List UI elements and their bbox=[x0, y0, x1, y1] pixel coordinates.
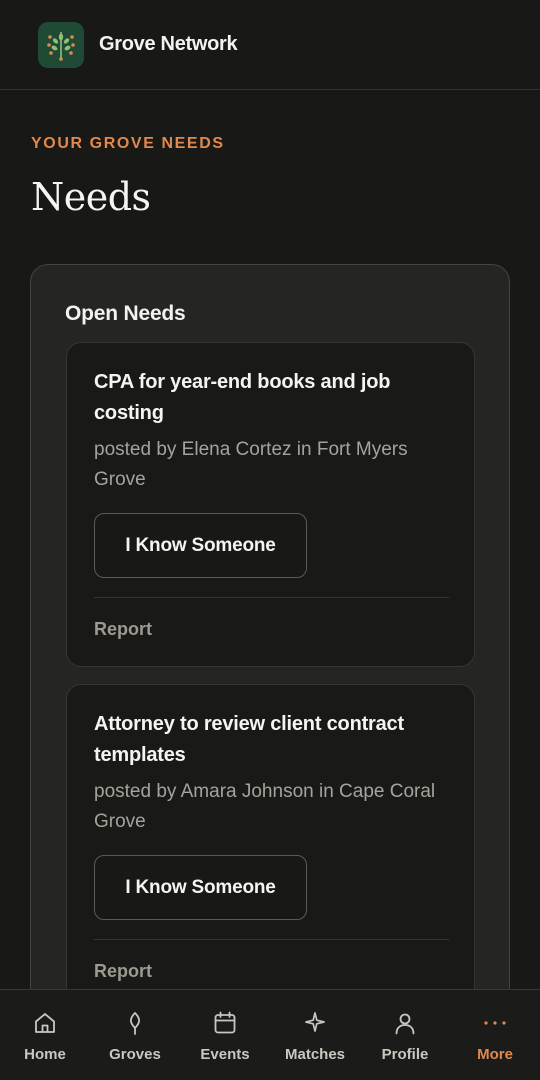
nav-label: Matches bbox=[284, 1046, 346, 1063]
app-root: Grove Network YOUR GROVE NEEDS Needs Ope… bbox=[0, 0, 540, 1080]
nav-item-events[interactable]: Events bbox=[180, 990, 270, 1080]
panel-title: Open Needs bbox=[65, 302, 186, 325]
nav-item-more[interactable]: More bbox=[450, 990, 540, 1080]
nav-label: Profile bbox=[381, 1046, 429, 1063]
i-know-someone-button[interactable]: I Know Someone bbox=[94, 513, 307, 578]
section-eyebrow: YOUR GROVE NEEDS bbox=[31, 135, 225, 152]
report-link[interactable]: Report bbox=[94, 961, 152, 982]
home-icon bbox=[35, 1013, 55, 1033]
nav-label: Home bbox=[24, 1046, 66, 1063]
i-know-someone-button[interactable]: I Know Someone bbox=[94, 855, 307, 920]
sparkle-icon bbox=[305, 1012, 325, 1032]
nav-label: More bbox=[477, 1046, 513, 1063]
tree-logo-icon[interactable] bbox=[38, 21, 84, 68]
card-divider bbox=[94, 597, 449, 598]
nav-label: Events bbox=[200, 1046, 250, 1063]
brand-name[interactable]: Grove Network bbox=[99, 33, 238, 56]
page-title: Needs bbox=[31, 175, 151, 219]
nav-item-matches[interactable]: Matches bbox=[270, 990, 360, 1080]
top-header: Grove Network bbox=[0, 0, 540, 90]
user-icon bbox=[395, 1013, 415, 1035]
need-title: CPA for year-end books and job costing bbox=[94, 371, 391, 424]
bottom-nav: Home Groves Events Matches Profile More bbox=[0, 989, 540, 1080]
report-link[interactable]: Report bbox=[94, 619, 152, 640]
open-needs-panel: Open Needs CPA for year-end books and jo… bbox=[30, 264, 510, 1044]
need-card: CPA for year-end books and job costing p… bbox=[66, 342, 475, 667]
nav-item-home[interactable]: Home bbox=[0, 990, 90, 1080]
nav-item-profile[interactable]: Profile bbox=[360, 990, 450, 1080]
need-title: Attorney to review client contract templ… bbox=[94, 713, 404, 766]
need-meta: posted by Amara Johnson in Cape Coral Gr… bbox=[94, 781, 436, 832]
card-divider bbox=[94, 939, 449, 940]
calendar-icon bbox=[214, 1011, 236, 1034]
nav-item-groves[interactable]: Groves bbox=[90, 990, 180, 1080]
nav-label: Groves bbox=[109, 1046, 161, 1063]
need-card: Attorney to review client contract templ… bbox=[66, 684, 475, 1009]
need-meta: posted by Elena Cortez in Fort Myers Gro… bbox=[94, 439, 408, 490]
leaf-icon bbox=[129, 1012, 141, 1035]
more-dots-icon bbox=[484, 1021, 506, 1025]
